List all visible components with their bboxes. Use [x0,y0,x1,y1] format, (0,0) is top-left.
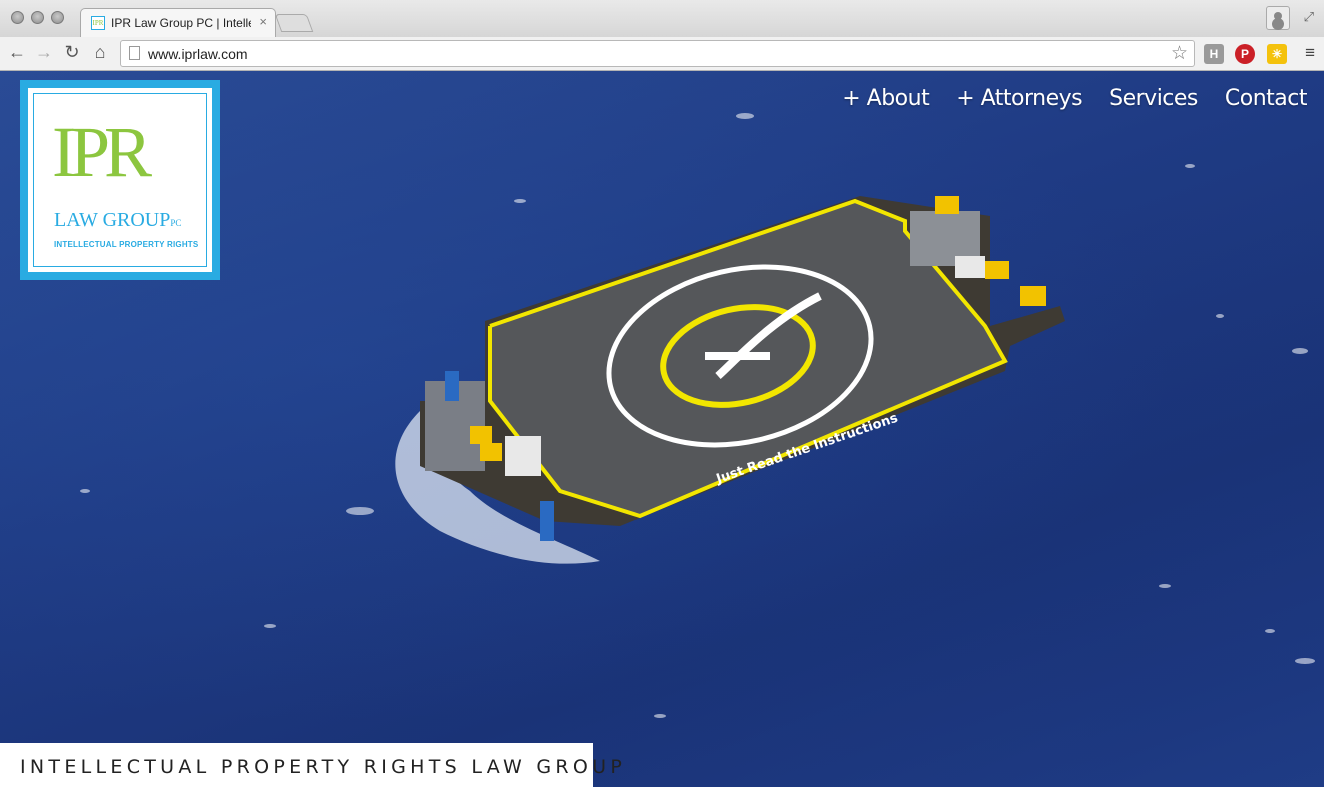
maximize-window-button[interactable] [51,11,64,24]
back-icon[interactable]: ← [6,42,28,63]
logo-firm-text: LAW GROUP [54,209,171,231]
hero-section: Just Read the Instructions IPR LAW GROUP… [0,71,1324,787]
close-window-button[interactable] [11,11,24,24]
home-icon[interactable]: ⌂ [89,42,111,63]
extension-h-icon[interactable]: H [1204,44,1224,64]
bookmark-star-icon[interactable]: ☆ [1171,42,1188,65]
main-nav: + About + Attorneys Services Contact [842,86,1307,111]
minimize-window-button[interactable] [31,11,44,24]
nav-contact[interactable]: Contact [1225,86,1308,111]
profile-icon[interactable] [1266,6,1290,30]
pinterest-icon[interactable]: P [1235,44,1255,64]
address-bar[interactable]: www.iprlaw.com ☆ [120,40,1195,67]
logo-inner: IPR LAW GROUPPC INTELLECTUAL PROPERTY RI… [28,88,212,272]
browser-titlebar: IPR IPR Law Group PC | Intellectual Prop… [0,0,1324,37]
browser-toolbar: ← → ↻ ⌂ www.iprlaw.com ☆ H P ✳ ≡ [0,37,1324,71]
browser-menu-icon[interactable]: ≡ [1305,43,1315,63]
site-logo[interactable]: IPR LAW GROUPPC INTELLECTUAL PROPERTY RI… [20,80,220,280]
url-text[interactable]: www.iprlaw.com [148,46,248,62]
tagline-banner: INTELLECTUAL PROPERTY RIGHTS LAW GROUP [0,743,622,787]
tab-close-icon[interactable]: × [259,14,267,29]
nav-about[interactable]: + About [842,86,929,111]
tab-favicon-icon: IPR [91,16,105,30]
new-tab-button[interactable] [274,14,314,32]
footer-tagline: INTELLECTUAL PROPERTY RIGHTS LAW GROUP [20,756,627,778]
nav-attorneys[interactable]: + Attorneys [956,86,1082,111]
fullscreen-icon[interactable]: ⤢ [1304,9,1314,25]
logo-tagline: INTELLECTUAL PROPERTY RIGHTS [54,240,199,249]
logo-frame: IPR LAW GROUPPC INTELLECTUAL PROPERTY RI… [33,93,207,267]
reload-icon[interactable]: ↻ [61,42,83,63]
nav-services[interactable]: Services [1109,86,1198,111]
logo-firm-name: LAW GROUPPC [54,209,181,232]
browser-tab[interactable]: IPR IPR Law Group PC | Intellectual Prop… [80,8,276,37]
logo-firm-suffix: PC [170,218,182,228]
forward-icon[interactable]: → [33,42,55,63]
page-icon [129,46,140,60]
tab-title: IPR Law Group PC | Intellectual Property… [111,16,251,30]
logo-mark: IPR [52,112,152,192]
extension-star-icon[interactable]: ✳ [1267,44,1287,64]
